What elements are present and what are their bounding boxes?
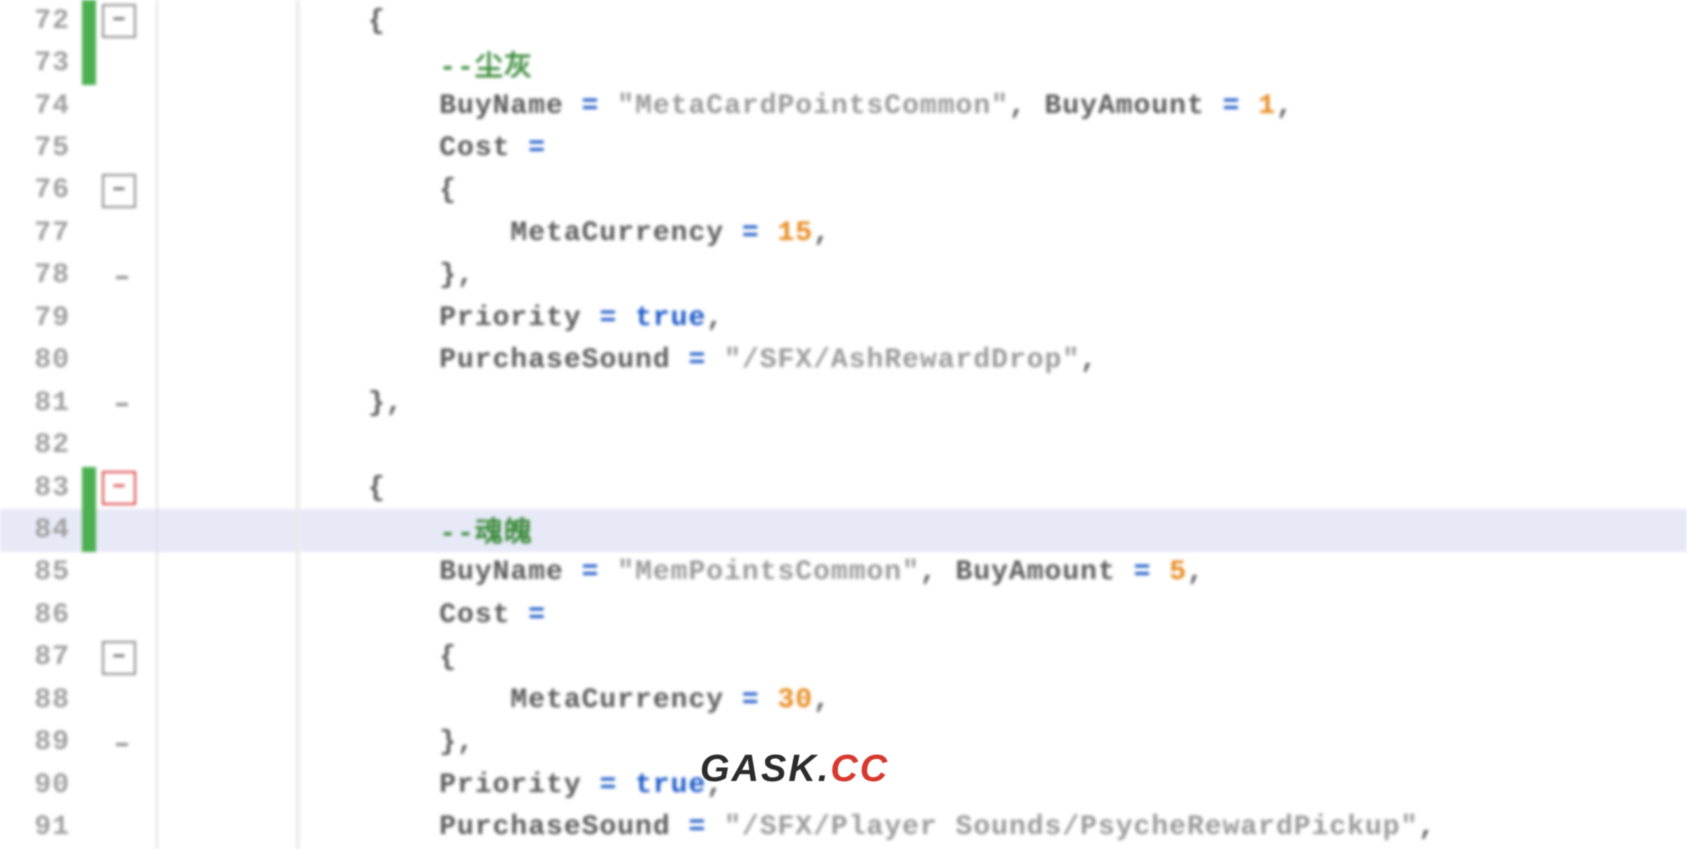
code-line[interactable]: 72− { bbox=[0, 0, 1687, 42]
code-editor[interactable]: 72−{73 --尘灰74 BuyName = "MetaCardPointsC… bbox=[0, 0, 1687, 849]
line-number: 80 bbox=[0, 345, 82, 376]
code-text[interactable]: { bbox=[368, 642, 1687, 673]
fold-gutter[interactable]: − bbox=[96, 174, 156, 208]
code-line[interactable]: 74 BuyName = "MetaCardPointsCommon", Buy… bbox=[0, 85, 1687, 127]
change-marker bbox=[82, 721, 96, 763]
code-text[interactable]: }, bbox=[368, 260, 1687, 291]
code-line[interactable]: 81}, bbox=[0, 382, 1687, 424]
change-marker bbox=[82, 594, 96, 636]
code-text[interactable]: Priority = true, bbox=[368, 303, 1687, 334]
line-number: 72 bbox=[0, 6, 82, 37]
line-number: 77 bbox=[0, 218, 82, 249]
watermark: GASK.CC bbox=[700, 748, 889, 791]
code-text[interactable]: }, bbox=[368, 727, 1687, 758]
line-number: 82 bbox=[0, 430, 82, 461]
change-marker bbox=[82, 85, 96, 127]
change-marker bbox=[82, 382, 96, 424]
change-marker bbox=[82, 679, 96, 721]
change-marker bbox=[82, 297, 96, 339]
line-number: 86 bbox=[0, 600, 82, 631]
fold-gutter[interactable]: − bbox=[96, 471, 156, 505]
code-line[interactable]: 78 }, bbox=[0, 255, 1687, 297]
code-text[interactable]: --魂魄 bbox=[368, 510, 1687, 550]
line-number: 85 bbox=[0, 557, 82, 588]
line-number: 79 bbox=[0, 303, 82, 334]
line-number: 87 bbox=[0, 642, 82, 673]
code-text[interactable]: Cost = bbox=[368, 133, 1687, 164]
change-marker bbox=[82, 806, 96, 848]
line-number: 83 bbox=[0, 473, 82, 504]
change-marker bbox=[82, 0, 96, 42]
code-line[interactable]: 87− { bbox=[0, 637, 1687, 679]
change-marker bbox=[82, 764, 96, 806]
fold-collapse-icon[interactable]: − bbox=[102, 174, 136, 208]
code-text[interactable]: }, bbox=[368, 388, 1687, 419]
fold-gutter[interactable]: − bbox=[96, 4, 156, 38]
change-marker bbox=[82, 509, 96, 551]
change-marker bbox=[82, 424, 96, 466]
fold-gutter[interactable]: − bbox=[96, 641, 156, 675]
code-text[interactable]: PurchaseSound = "/SFX/AshRewardDrop", bbox=[368, 345, 1687, 376]
change-marker bbox=[82, 467, 96, 509]
code-text[interactable]: Priority = true, bbox=[368, 770, 1687, 801]
line-number: 73 bbox=[0, 48, 82, 79]
code-line[interactable]: 83− { bbox=[0, 467, 1687, 509]
code-text[interactable]: BuyName = "MetaCardPointsCommon", BuyAmo… bbox=[368, 91, 1687, 122]
code-line[interactable]: 75 Cost = bbox=[0, 127, 1687, 169]
code-line[interactable]: 86 Cost = bbox=[0, 594, 1687, 636]
code-line[interactable]: 82 bbox=[0, 424, 1687, 466]
line-number: 89 bbox=[0, 727, 82, 758]
code-text[interactable]: { bbox=[368, 6, 1687, 37]
line-number: 81 bbox=[0, 388, 82, 419]
change-marker bbox=[82, 212, 96, 254]
code-line[interactable]: 76− { bbox=[0, 170, 1687, 212]
change-marker bbox=[82, 340, 96, 382]
watermark-text-1: GASK. bbox=[700, 748, 830, 791]
fold-collapse-icon[interactable]: − bbox=[102, 4, 136, 38]
code-text[interactable]: PurchaseSound = "/SFX/Player Sounds/Psyc… bbox=[368, 812, 1687, 843]
code-line[interactable]: 73 --尘灰 bbox=[0, 42, 1687, 84]
line-number: 88 bbox=[0, 685, 82, 716]
code-text[interactable]: Cost = bbox=[368, 600, 1687, 631]
fold-collapse-icon[interactable]: − bbox=[102, 471, 136, 505]
line-number: 84 bbox=[0, 515, 82, 546]
code-line[interactable]: 84 --魂魄 bbox=[0, 509, 1687, 551]
line-number: 74 bbox=[0, 91, 82, 122]
code-text[interactable]: --尘灰 bbox=[368, 44, 1687, 84]
code-text[interactable]: { bbox=[368, 473, 1687, 504]
change-marker bbox=[82, 42, 96, 84]
code-text[interactable]: BuyName = "MemPointsCommon", BuyAmount =… bbox=[368, 557, 1687, 588]
watermark-text-2: CC bbox=[830, 748, 889, 791]
code-line[interactable]: 85 BuyName = "MemPointsCommon", BuyAmoun… bbox=[0, 552, 1687, 594]
code-line[interactable]: 91 PurchaseSound = "/SFX/Player Sounds/P… bbox=[0, 806, 1687, 848]
code-text[interactable]: MetaCurrency = 30, bbox=[368, 685, 1687, 716]
code-text[interactable]: MetaCurrency = 15, bbox=[368, 218, 1687, 249]
fold-collapse-icon[interactable]: − bbox=[102, 641, 136, 675]
change-marker bbox=[82, 255, 96, 297]
code-line[interactable]: 88 MetaCurrency = 30, bbox=[0, 679, 1687, 721]
line-number: 75 bbox=[0, 133, 82, 164]
line-number: 91 bbox=[0, 812, 82, 843]
code-line[interactable]: 80 PurchaseSound = "/SFX/AshRewardDrop", bbox=[0, 340, 1687, 382]
line-number: 76 bbox=[0, 175, 82, 206]
change-marker bbox=[82, 552, 96, 594]
code-text[interactable]: { bbox=[368, 175, 1687, 206]
change-marker bbox=[82, 127, 96, 169]
code-line[interactable]: 79 Priority = true, bbox=[0, 297, 1687, 339]
line-number: 90 bbox=[0, 770, 82, 801]
code-line[interactable]: 77 MetaCurrency = 15, bbox=[0, 212, 1687, 254]
change-marker bbox=[82, 170, 96, 212]
change-marker bbox=[82, 637, 96, 679]
line-number: 78 bbox=[0, 260, 82, 291]
